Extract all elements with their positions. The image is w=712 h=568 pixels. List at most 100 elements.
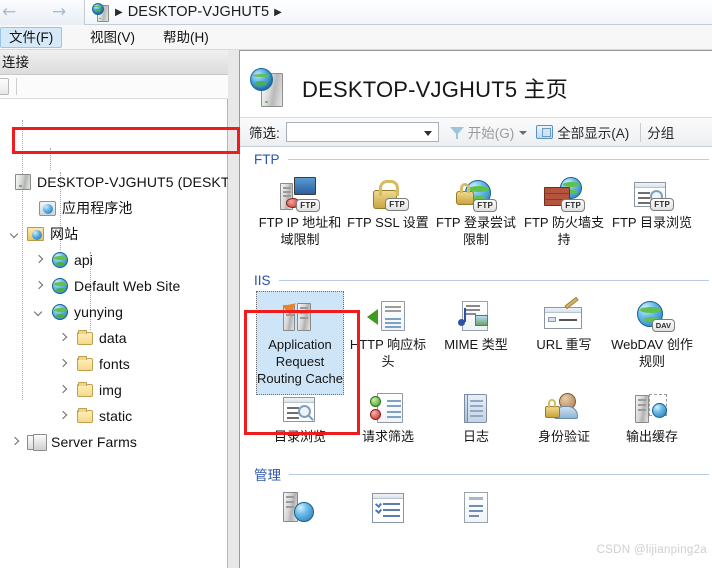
tile-ftp-ssl-settings[interactable]: FTP FTP SSL 设置 xyxy=(344,169,432,231)
tile-label: WebDAV 创作规则 xyxy=(611,337,693,369)
chevron-right-icon[interactable] xyxy=(58,385,69,396)
tile-authentication[interactable]: 身份验证 xyxy=(520,383,608,445)
tile-feature-delegation[interactable] xyxy=(344,482,432,527)
tree-item-api-label: api xyxy=(74,252,93,268)
chevron-down-icon[interactable] xyxy=(10,229,21,240)
folder-icon xyxy=(77,407,93,423)
group-by-button-label: 分组 xyxy=(647,126,675,141)
tile-label: MIME 类型 xyxy=(444,337,508,352)
tree-item-default-web-site-label: Default Web Site xyxy=(74,278,181,294)
breadcrumb-host[interactable]: DESKTOP-VJGHUT5 xyxy=(128,4,269,20)
tile-label: 请求筛选 xyxy=(361,429,414,444)
tree-item-default-web-site[interactable]: Default Web Site xyxy=(34,274,180,298)
go-dropdown-caret-icon[interactable] xyxy=(519,128,528,137)
ftp-logon-attempt-restrictions-icon: FTP xyxy=(432,169,520,212)
server-farm-icon xyxy=(27,433,47,451)
show-all-button[interactable]: 全部显示(A) xyxy=(531,121,634,143)
tile-url-rewrite[interactable]: URL 重写 xyxy=(520,291,608,353)
chevron-none-icon xyxy=(4,177,15,188)
tile-ftp-ip-address-restrictions[interactable]: FTP FTP IP 地址和域限制 xyxy=(256,169,344,248)
chevron-right-icon[interactable] xyxy=(58,411,69,422)
configuration-editor-icon xyxy=(432,482,520,524)
chevron-none-icon xyxy=(28,203,39,214)
tree-item-img-label: img xyxy=(99,382,122,398)
website-icon xyxy=(52,278,68,294)
menu-view[interactable]: 视图(V) xyxy=(82,27,143,48)
chevron-right-icon[interactable] xyxy=(10,437,21,448)
tree-item-server-farms[interactable]: Server Farms xyxy=(10,430,137,454)
tree-item-sites-label: 网站 xyxy=(50,226,79,242)
breadcrumb[interactable]: ▶ DESKTOP-VJGHUT5 ▶ xyxy=(84,0,712,25)
filter-label: 筛选: xyxy=(249,126,280,141)
group-by-button[interactable]: 分组 xyxy=(647,121,674,143)
tile-request-filtering[interactable]: 请求筛选 xyxy=(344,383,432,445)
tile-ftp-logon-attempt-restrictions[interactable]: FTP FTP 登录尝试限制 xyxy=(432,169,520,248)
tree-item-sites[interactable]: 网站 xyxy=(10,222,78,246)
chevron-right-icon[interactable] xyxy=(34,281,45,292)
pane-splitter[interactable] xyxy=(228,50,239,568)
tile-output-caching[interactable]: 输出缓存 xyxy=(608,383,696,445)
menu-file[interactable]: 文件(F) xyxy=(0,27,63,48)
tile-label: FTP 防火墙支持 xyxy=(524,215,604,247)
tree-item-server[interactable]: DESKTOP-VJGHUT5 (DESKT xyxy=(4,170,230,194)
chevron-down-icon[interactable] xyxy=(34,307,45,318)
tile-mime-types[interactable]: MIME 类型 xyxy=(432,291,520,353)
tree-item-fonts[interactable]: fonts xyxy=(58,352,130,376)
menu-help[interactable]: 帮助(H) xyxy=(155,27,217,48)
menu-file-label: 文件(F) xyxy=(9,30,54,45)
folder-icon xyxy=(77,329,93,345)
chevron-right-icon[interactable] xyxy=(34,255,45,266)
chevron-right-icon[interactable] xyxy=(58,333,69,344)
go-button-label: 开始(G) xyxy=(467,126,515,141)
section-title-management: 管理 xyxy=(254,468,281,483)
chevron-right-icon[interactable] xyxy=(58,359,69,370)
tree-item-api[interactable]: api xyxy=(34,248,93,272)
tile-logging[interactable]: 日志 xyxy=(432,383,520,445)
tile-label: FTP SSL 设置 xyxy=(347,215,429,230)
connections-tree[interactable]: DESKTOP-VJGHUT5 (DESKT 应用程序池 网站 api Defa… xyxy=(0,100,230,568)
connections-header: 连接 xyxy=(0,50,228,75)
tile-label: FTP 目录浏览 xyxy=(612,215,692,230)
tile-label: FTP 登录尝试限制 xyxy=(436,215,516,247)
feature-grid: FTP FTP FTP IP 地址和域限制 FTP FTP SSL 设置 FTP… xyxy=(240,147,712,568)
toolbar-button-1[interactable] xyxy=(0,78,9,95)
ftp-ip-address-restrictions-icon: FTP xyxy=(256,169,344,212)
tile-directory-browsing[interactable]: 目录浏览 xyxy=(256,383,344,445)
go-button[interactable]: 开始(G) xyxy=(445,121,520,143)
tree-item-yunying[interactable]: yunying xyxy=(34,300,123,324)
tile-ftp-directory-browsing[interactable]: FTP FTP 目录浏览 xyxy=(608,169,696,231)
server-globe-icon xyxy=(250,68,288,108)
iis-manager-window: ← → ▶ DESKTOP-VJGHUT5 ▶ 文件(F) 视图(V) 帮助(H… xyxy=(0,0,712,568)
show-all-button-label: 全部显示(A) xyxy=(557,126,630,141)
logging-icon xyxy=(432,383,520,425)
tree-item-data[interactable]: data xyxy=(58,326,127,350)
ftp-badge: FTP xyxy=(561,199,585,212)
section-title-iis: IIS xyxy=(254,273,271,288)
tile-ftp-firewall-support[interactable]: FTP FTP 防火墙支持 xyxy=(520,169,608,248)
tile-webdav-authoring-rules[interactable]: DAV WebDAV 创作规则 xyxy=(608,291,696,370)
forward-arrow-icon[interactable]: → xyxy=(52,2,66,22)
application-pools-icon xyxy=(39,200,56,216)
page-title-text: DESKTOP-VJGHUT5 主页 xyxy=(302,77,569,102)
tile-configuration-editor[interactable] xyxy=(432,482,520,527)
tree-item-application-pools[interactable]: 应用程序池 xyxy=(28,196,133,220)
tree-item-server-label: DESKTOP-VJGHUT5 (DESKT xyxy=(37,174,230,190)
section-header-ftp: FTP xyxy=(254,152,709,167)
funnel-icon xyxy=(449,126,464,139)
tree-item-static[interactable]: static xyxy=(58,404,132,428)
back-arrow-icon[interactable]: ← xyxy=(2,2,16,22)
mime-types-icon xyxy=(432,291,520,333)
filter-input[interactable] xyxy=(285,122,439,142)
tree-item-img[interactable]: img xyxy=(58,378,122,402)
ftp-badge: FTP xyxy=(385,198,409,211)
tile-application-request-routing-cache[interactable]: Application Request Routing Cache xyxy=(256,291,344,395)
section-header-management: 管理 xyxy=(254,464,709,484)
server-icon xyxy=(15,174,31,190)
connections-pane: 连接 DESKTOP-VJGHUT5 (DESKT 应用程序池 网站 api D… xyxy=(0,50,230,568)
tile-http-response-headers[interactable]: HTTP 响应标头 xyxy=(344,291,432,370)
ftp-badge: FTP xyxy=(473,199,497,212)
ftp-badge: FTP xyxy=(296,199,320,212)
tile-shared-configuration[interactable] xyxy=(256,482,344,527)
toolbar-divider xyxy=(640,122,642,142)
tile-label: 身份验证 xyxy=(537,429,590,444)
